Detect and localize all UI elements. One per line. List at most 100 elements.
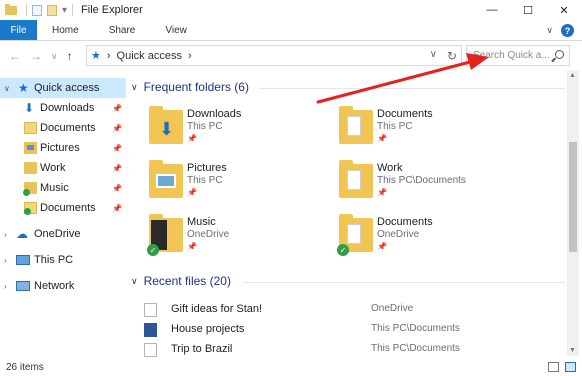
sidebar-item-label: Network	[34, 280, 75, 292]
refresh-button[interactable]: ↻	[447, 49, 457, 63]
properties-icon[interactable]	[32, 4, 42, 16]
download-icon: ⬇	[24, 101, 35, 115]
address-bar[interactable]: ★ › Quick access › ∨ ↻	[86, 45, 462, 66]
title-bar: ▾ File Explorer — ☐ ✕	[0, 0, 582, 20]
pin-icon: 📌	[112, 183, 122, 193]
address-row: ← → ∨ ↑ ★ › Quick access › ∨ ↻ Search Qu…	[0, 42, 582, 70]
chevron-down-icon[interactable]: ∨	[131, 276, 138, 287]
navigation-pane: ∨ ★ Quick access ⬇ Downloads 📌 Documents…	[0, 76, 126, 356]
sidebar-item-music[interactable]: Music 📌	[0, 178, 126, 198]
tab-file[interactable]: File	[0, 20, 37, 40]
folder-tile-documents-onedrive[interactable]: ✓ Documents OneDrive 📌	[337, 214, 567, 260]
file-explorer-icon	[4, 4, 18, 16]
downloads-folder-icon: ⬇	[147, 106, 187, 148]
folder-tile-documents[interactable]: Documents This PC 📌	[337, 106, 567, 152]
details-view-icon[interactable]	[548, 362, 559, 372]
recent-locations-button[interactable]: ∨	[51, 51, 58, 62]
customize-toolbar-icon[interactable]: ▾	[62, 5, 67, 16]
expand-icon[interactable]: ›	[4, 256, 7, 265]
sidebar-item-label: Downloads	[40, 102, 95, 114]
sidebar-item-work[interactable]: Work 📌	[0, 158, 126, 178]
tab-view[interactable]: View	[150, 20, 202, 40]
expand-icon[interactable]: ›	[4, 230, 7, 239]
group-title: Frequent folders (6)	[143, 80, 249, 94]
sidebar-item-label: Pictures	[40, 142, 80, 154]
back-button[interactable]: ←	[9, 49, 21, 63]
folder-name: Documents	[377, 108, 433, 120]
collapse-icon[interactable]: ∨	[4, 84, 10, 93]
sidebar-item-onedrive[interactable]: › ☁ OneDrive	[0, 224, 126, 244]
expand-icon[interactable]: ›	[4, 282, 7, 291]
folder-name: Pictures	[187, 162, 227, 174]
folder-location: OneDrive	[187, 229, 230, 240]
scroll-thumb[interactable]	[569, 142, 577, 252]
minimize-button[interactable]: —	[474, 0, 510, 20]
recent-file-row[interactable]: Trip to Brazil This PC\Documents	[141, 340, 561, 360]
search-input[interactable]: Search Quick a...	[466, 45, 570, 66]
recent-file-row[interactable]: Gift ideas for Stan! OneDrive	[141, 300, 561, 320]
sidebar-item-label: Documents	[40, 202, 96, 214]
divider	[259, 88, 565, 89]
folder-location: This PC\Documents	[377, 175, 466, 186]
pin-icon: 📌	[112, 103, 122, 113]
sync-check-icon	[24, 208, 31, 215]
file-location: This PC\Documents	[371, 343, 460, 354]
file-location: OneDrive	[371, 303, 414, 314]
content-pane: ∨ Frequent folders (6) ⬇ Downloads This …	[131, 74, 567, 357]
path-separator[interactable]: ›	[188, 50, 192, 62]
path-separator: ›	[106, 49, 111, 62]
up-button[interactable]: ↑	[67, 49, 73, 63]
sidebar-item-pictures[interactable]: Pictures 📌	[0, 138, 126, 158]
tab-home[interactable]: Home	[37, 20, 94, 40]
forward-button[interactable]: →	[30, 49, 42, 63]
sidebar-item-label: OneDrive	[34, 228, 81, 240]
pictures-folder-icon	[147, 160, 187, 202]
group-header-recent-files[interactable]: ∨ Recent files (20)	[131, 274, 231, 288]
breadcrumb-quick-access[interactable]: Quick access	[117, 50, 182, 62]
sidebar-item-documents-onedrive[interactable]: Documents 📌	[0, 198, 126, 218]
documents-folder-icon	[337, 106, 377, 148]
search-icon[interactable]	[555, 50, 564, 59]
file-location: This PC\Documents	[371, 323, 460, 334]
chevron-down-icon[interactable]: ∨	[131, 82, 138, 93]
tiles-view-icon[interactable]	[565, 362, 576, 372]
recent-file-row[interactable]: House projects This PC\Documents	[141, 320, 561, 340]
vertical-scrollbar[interactable]: ▲ ▼	[567, 70, 579, 356]
sidebar-item-documents[interactable]: Documents 📌	[0, 118, 126, 138]
pin-icon: 📌	[112, 163, 122, 173]
sidebar-item-quick-access[interactable]: ∨ ★ Quick access	[0, 78, 126, 98]
address-dropdown-icon[interactable]: ∨	[430, 49, 437, 63]
sidebar-item-downloads[interactable]: ⬇ Downloads 📌	[0, 98, 126, 118]
tab-share[interactable]: Share	[94, 20, 151, 40]
expand-ribbon-icon[interactable]: ∨	[546, 25, 553, 36]
new-folder-icon[interactable]	[47, 4, 57, 16]
scroll-up-icon[interactable]: ▲	[569, 72, 576, 79]
music-folder-icon: ✓	[147, 214, 187, 256]
folder-location: This PC	[187, 121, 223, 132]
sidebar-item-this-pc[interactable]: › This PC	[0, 250, 126, 270]
document-icon	[144, 303, 157, 317]
divider	[72, 4, 74, 16]
close-button[interactable]: ✕	[546, 0, 582, 20]
music-folder-icon	[23, 182, 37, 196]
pin-icon: 📌	[377, 188, 387, 197]
maximize-button[interactable]: ☐	[510, 0, 546, 20]
pictures-folder-icon	[24, 142, 37, 154]
folder-icon	[337, 160, 377, 202]
help-icon[interactable]: ?	[561, 24, 574, 37]
group-header-frequent-folders[interactable]: ∨ Frequent folders (6)	[131, 80, 249, 94]
file-name: Gift ideas for Stan!	[171, 303, 263, 315]
sidebar-item-label: Documents	[40, 122, 96, 134]
sidebar-item-label: Work	[40, 162, 66, 174]
group-title: Recent files (20)	[143, 274, 231, 288]
folder-tile-work[interactable]: Work This PC\Documents 📌	[337, 160, 567, 206]
pin-icon: 📌	[112, 203, 122, 213]
pin-icon: 📌	[187, 188, 197, 197]
documents-folder-icon	[24, 202, 37, 215]
word-document-icon	[144, 323, 157, 337]
scroll-down-icon[interactable]: ▼	[569, 347, 576, 354]
folder-name: Downloads	[187, 108, 242, 120]
sidebar-item-network[interactable]: › Network	[0, 276, 126, 296]
folder-name: Work	[377, 162, 403, 174]
cloud-icon: ☁	[16, 227, 28, 241]
